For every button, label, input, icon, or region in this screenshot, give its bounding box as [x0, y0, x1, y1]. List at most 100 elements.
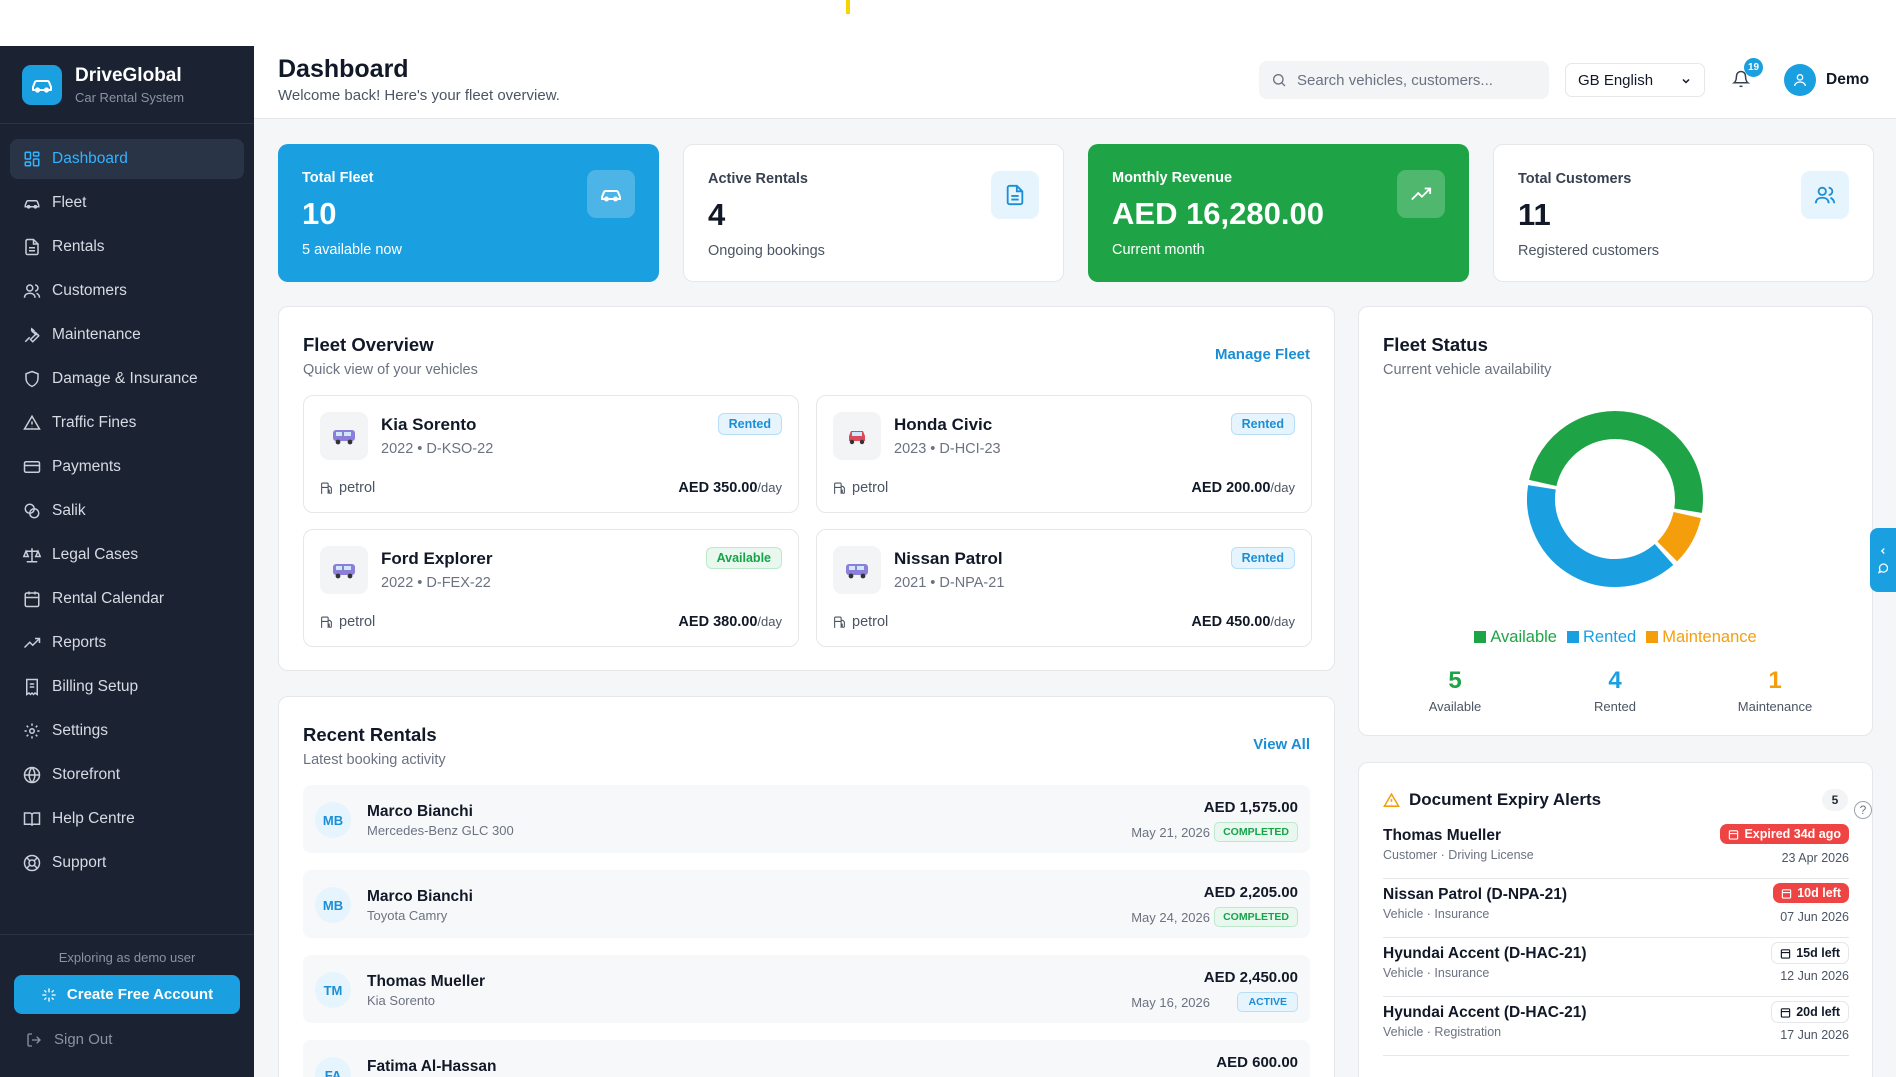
- vehicle-meta: 2021 • D-NPA-21: [894, 575, 1005, 591]
- help-question-icon[interactable]: ?: [1854, 801, 1872, 819]
- expiry-badge: 10d left: [1773, 883, 1849, 903]
- sidebar-item-label: Storefront: [52, 766, 121, 783]
- expiry-badge: 20d left: [1771, 1001, 1849, 1023]
- expiry-badge: Expired 34d ago: [1720, 824, 1849, 844]
- price-value: AED 350.00: [678, 480, 758, 496]
- fleet-overview-card: Fleet Overview Quick view of your vehicl…: [278, 306, 1335, 671]
- sidebar-item-fleet[interactable]: Fleet: [10, 183, 244, 223]
- sidebar-item-label: Dashboard: [52, 150, 128, 167]
- sidebar-item-dashboard[interactable]: Dashboard: [10, 139, 244, 179]
- vehicle-card[interactable]: Ford Explorer 2022 • D-FEX-22 Available …: [303, 529, 799, 647]
- sidebar-item-customers[interactable]: Customers: [10, 271, 244, 311]
- document-icon: [22, 237, 42, 257]
- vehicle-card[interactable]: Kia Sorento 2022 • D-KSO-22 Rented petro…: [303, 395, 799, 513]
- rental-amount: AED 2,450.00: [1203, 969, 1298, 986]
- scale-icon: [22, 545, 42, 565]
- rental-car: Mercedes-Benz GLC 300: [367, 823, 514, 838]
- rental-car: Toyota Camry: [367, 908, 448, 923]
- sidebar-item-traffic-fines[interactable]: Traffic Fines: [10, 403, 244, 443]
- customer-name: Marco Bianchi: [367, 803, 473, 820]
- status-badge: Available: [705, 547, 782, 569]
- sidebar-item-payments[interactable]: Payments: [10, 447, 244, 487]
- sidebar-item-reports[interactable]: Reports: [10, 623, 244, 663]
- sidebar: DriveGlobal Car Rental System Dashboard …: [0, 46, 254, 1077]
- sign-out-label: Sign Out: [54, 1031, 113, 1048]
- vehicle-meta: 2022 • D-FEX-22: [381, 575, 491, 591]
- vehicle-price: AED 200.00/day: [1191, 480, 1295, 496]
- stat-card-active-rentals[interactable]: Active Rentals 4 Ongoing bookings: [683, 144, 1064, 282]
- rental-row[interactable]: FA Fatima Al-Hassan AED 600.00: [303, 1040, 1310, 1077]
- expiry-badge-label: 20d left: [1796, 1005, 1840, 1019]
- stat-card-total-customers[interactable]: Total Customers 11 Registered customers: [1493, 144, 1874, 282]
- rental-row[interactable]: MB Marco Bianchi Mercedes-Benz GLC 300 A…: [303, 785, 1310, 853]
- create-account-button[interactable]: Create Free Account: [14, 975, 240, 1014]
- customer-avatar: FA: [315, 1057, 351, 1077]
- manage-fleet-link[interactable]: Manage Fleet: [1215, 346, 1310, 363]
- fuel-type-label: petrol: [852, 614, 889, 630]
- alert-row[interactable]: Thomas Mueller Customer · Driving Licens…: [1383, 821, 1849, 879]
- demo-user-note: Exploring as demo user: [58, 950, 196, 965]
- donut-slice-available: [1529, 411, 1703, 513]
- fleet-status-card: Fleet Status Current vehicle availabilit…: [1358, 306, 1873, 736]
- vehicle-name: Ford Explorer: [381, 549, 493, 568]
- sidebar-item-help-centre[interactable]: Help Centre: [10, 799, 244, 839]
- sidebar-item-settings[interactable]: Settings: [10, 711, 244, 751]
- sidebar-item-label: Billing Setup: [52, 678, 139, 695]
- feedback-side-tab[interactable]: [1870, 528, 1896, 592]
- main-content: Dashboard Welcome back! Here's your flee…: [254, 46, 1896, 1077]
- sidebar-item-legal-cases[interactable]: Legal Cases: [10, 535, 244, 575]
- customer-name: Marco Bianchi: [367, 888, 473, 905]
- vehicle-price: AED 350.00/day: [678, 480, 782, 496]
- warning-icon: [1383, 792, 1400, 807]
- stat-card-total-fleet[interactable]: Total Fleet 10 5 available now: [278, 144, 659, 282]
- car-icon: [833, 546, 881, 594]
- sidebar-item-billing-setup[interactable]: Billing Setup: [10, 667, 244, 707]
- legend-label: Rented: [1582, 628, 1637, 646]
- sidebar-nav: Dashboard Fleet Rentals Customers Mainte…: [0, 124, 254, 883]
- vehicle-meta: 2023 • D-HCI-23: [894, 441, 1001, 457]
- sidebar-item-salik[interactable]: Salik: [10, 491, 244, 531]
- alert-row[interactable]: Hyundai Accent (D-HAC-21) Vehicle · Regi…: [1383, 998, 1849, 1056]
- maintenance-count-label: Maintenance: [1737, 699, 1813, 714]
- sidebar-item-label: Reports: [52, 634, 107, 651]
- sidebar-item-label: Customers: [52, 282, 127, 299]
- vehicle-card[interactable]: Nissan Patrol 2021 • D-NPA-21 Rented pet…: [816, 529, 1312, 647]
- sidebar-item-damage-insurance[interactable]: Damage & Insurance: [10, 359, 244, 399]
- alert-name: Hyundai Accent (D-HAC-21): [1383, 945, 1587, 962]
- language-select[interactable]: GB English: [1565, 63, 1705, 97]
- vehicle-price: AED 380.00/day: [678, 614, 782, 630]
- alert-row[interactable]: Nissan Patrol (D-NPA-21) Vehicle · Insur…: [1383, 880, 1849, 938]
- vehicle-name: Kia Sorento: [381, 415, 477, 434]
- sign-out-button[interactable]: Sign Out: [26, 1031, 254, 1048]
- sidebar-item-maintenance[interactable]: Maintenance: [10, 315, 244, 355]
- vehicle-card[interactable]: Honda Civic 2023 • D-HCI-23 Rented petro…: [816, 395, 1312, 513]
- maintenance-count: 1: [1768, 667, 1782, 694]
- sidebar-item-rental-calendar[interactable]: Rental Calendar: [10, 579, 244, 619]
- sidebar-item-label: Fleet: [52, 194, 87, 211]
- sidebar-item-support[interactable]: Support: [10, 843, 244, 883]
- stat-label: Active Rentals: [708, 171, 808, 187]
- rental-amount: AED 1,575.00: [1203, 799, 1298, 816]
- fuel-type-label: petrol: [339, 614, 376, 630]
- book-icon: [22, 809, 42, 829]
- car-icon: [22, 193, 42, 213]
- sidebar-item-rentals[interactable]: Rentals: [10, 227, 244, 267]
- fuel-pump-icon: [321, 616, 332, 628]
- customer-name: Fatima Al-Hassan: [367, 1058, 497, 1075]
- calendar-icon: [22, 589, 42, 609]
- user-avatar[interactable]: [1784, 64, 1816, 96]
- alert-row[interactable]: Hyundai Accent (D-HAC-21) Vehicle · Insu…: [1383, 939, 1849, 997]
- sidebar-item-label: Support: [52, 854, 107, 871]
- rental-row[interactable]: TM Thomas Mueller Kia Sorento AED 2,450.…: [303, 955, 1310, 1023]
- price-unit: /day: [757, 480, 782, 495]
- rental-row[interactable]: MB Marco Bianchi Toyota Camry AED 2,205.…: [303, 870, 1310, 938]
- view-all-link[interactable]: View All: [1253, 736, 1310, 753]
- search-placeholder: Search vehicles, customers...: [1297, 71, 1493, 89]
- user-name[interactable]: Demo: [1826, 71, 1869, 89]
- sidebar-item-label: Rental Calendar: [52, 590, 165, 607]
- search-input[interactable]: Search vehicles, customers...: [1259, 61, 1549, 99]
- sidebar-item-storefront[interactable]: Storefront: [10, 755, 244, 795]
- price-unit: /day: [1270, 480, 1295, 495]
- fleet-overview-subtitle: Quick view of your vehicles: [303, 362, 478, 378]
- stat-card-monthly-revenue[interactable]: Monthly Revenue AED 16,280.00 Current mo…: [1088, 144, 1469, 282]
